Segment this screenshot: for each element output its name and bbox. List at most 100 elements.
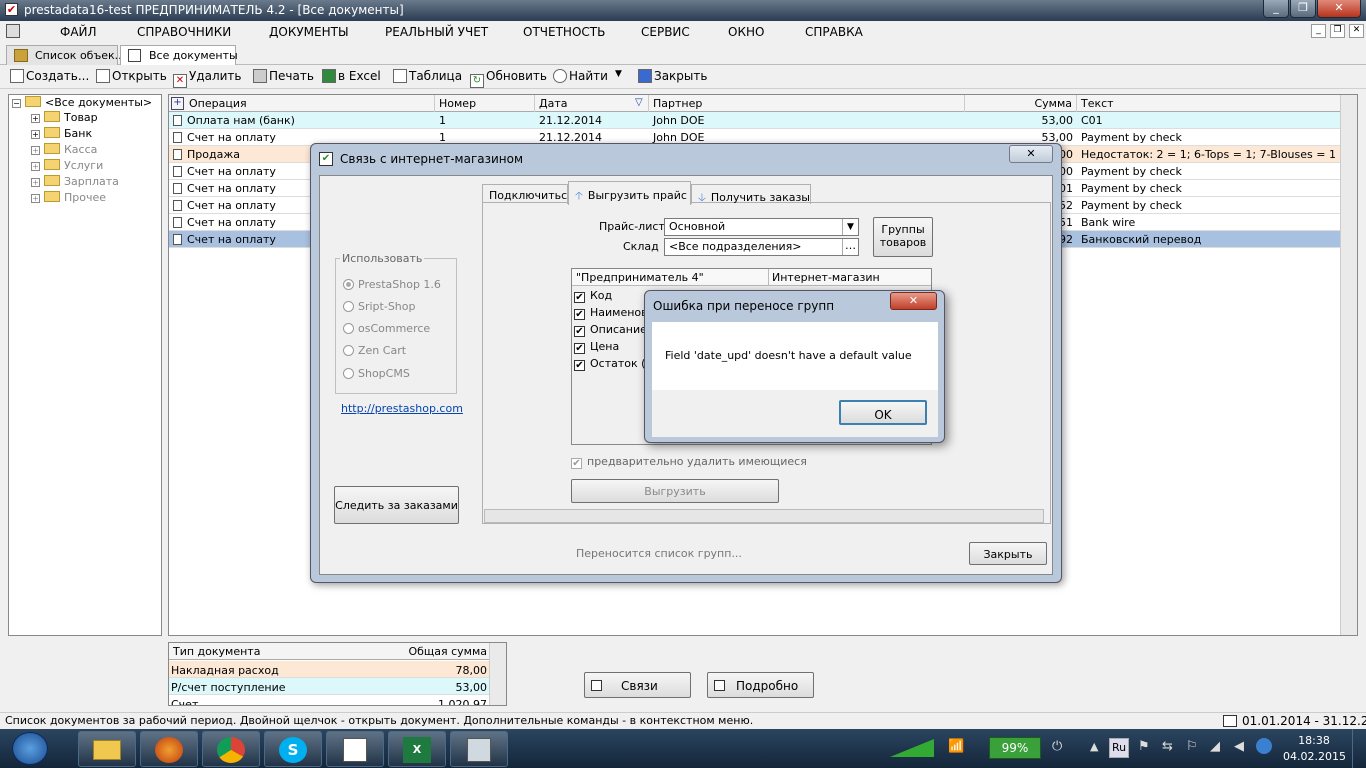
taskbar-skype[interactable]: S: [264, 731, 322, 767]
links-checkbox[interactable]: [591, 680, 602, 691]
predelete-option[interactable]: ✔ предварительно удалить имеющиеся: [571, 455, 807, 469]
print-button[interactable]: Печать: [253, 69, 314, 83]
close-doc-button[interactable]: Закрыть: [638, 69, 707, 83]
checkbox-checked-icon[interactable]: ✔: [571, 458, 582, 469]
shop-dialog-close-button[interactable]: ✕: [1009, 145, 1053, 163]
grid-scrollbar[interactable]: [1340, 95, 1357, 635]
maximize-button[interactable]: ❐: [1290, 0, 1316, 18]
find-dropdown-icon[interactable]: ▼: [615, 69, 622, 79]
mapping-field-code[interactable]: ✔ Код: [574, 289, 612, 303]
col-date[interactable]: Дата: [535, 95, 649, 112]
radio-icon[interactable]: [343, 345, 354, 356]
radio-shopcms[interactable]: ShopCMS: [343, 367, 410, 380]
summary-scrollbar[interactable]: [489, 643, 506, 705]
expand-icon[interactable]: +: [31, 130, 40, 139]
radio-zencart[interactable]: Zen Cart: [343, 344, 406, 357]
product-groups-button[interactable]: Группы товаров: [873, 217, 933, 257]
collapse-icon[interactable]: −: [12, 99, 21, 108]
links-button[interactable]: Связи: [584, 672, 691, 698]
summary-col-total[interactable]: Общая сумма: [408, 645, 487, 658]
checkbox-checked-icon[interactable]: ✔: [574, 326, 585, 337]
signal-strength-icon[interactable]: [890, 739, 934, 757]
expand-icon[interactable]: +: [31, 178, 40, 187]
mdi-restore-button[interactable]: ❐: [1330, 24, 1345, 38]
delete-button[interactable]: ✕ Удалить: [173, 69, 242, 88]
col-text[interactable]: Текст: [1077, 95, 1341, 112]
details-checkbox[interactable]: [714, 680, 725, 691]
wifi-icon[interactable]: ◢: [1210, 739, 1220, 754]
col-number[interactable]: Номер: [435, 95, 535, 112]
clock-time[interactable]: 18:38: [1288, 734, 1340, 747]
menu-window[interactable]: ОКНО: [728, 25, 764, 39]
menu-help[interactable]: СПРАВКА: [805, 25, 863, 39]
summary-row[interactable]: Накладная расход 78,00: [169, 661, 489, 678]
close-button[interactable]: ✕: [1317, 0, 1361, 18]
summary-col-type[interactable]: Тип документа: [173, 645, 260, 658]
mdi-minimize-button[interactable]: _: [1311, 24, 1326, 38]
antenna-icon[interactable]: 📶: [948, 739, 964, 754]
flag-icon[interactable]: ⚐: [1186, 739, 1198, 754]
period-text[interactable]: 01.01.2014 - 31.12.2015: [1242, 714, 1366, 728]
refresh-button[interactable]: ↻ Обновить: [470, 69, 547, 88]
power-plug-icon[interactable]: ⏻: [1052, 739, 1062, 754]
clock-date[interactable]: 04.02.2015: [1283, 750, 1346, 763]
chevron-down-icon[interactable]: ▼: [842, 219, 858, 235]
tab-all-documents[interactable]: Все документы: [120, 45, 238, 65]
radio-icon[interactable]: [343, 323, 354, 334]
open-button[interactable]: Открыть: [96, 69, 167, 83]
taskbar-explorer[interactable]: [78, 731, 136, 767]
radio-icon[interactable]: [343, 301, 354, 312]
pricelist-select[interactable]: Основной ▼: [664, 218, 859, 236]
expand-icon[interactable]: +: [31, 162, 40, 171]
table-button[interactable]: Таблица: [393, 69, 462, 83]
taskbar-chrome[interactable]: [202, 731, 260, 767]
taskbar-app-prestashop[interactable]: [326, 731, 384, 767]
show-desktop-button[interactable]: [1352, 729, 1366, 768]
sort-desc-icon[interactable]: ▽: [635, 97, 643, 108]
summary-row[interactable]: Р/счет поступление 53,00: [169, 678, 489, 695]
tree-item-cash[interactable]: + Касса: [31, 143, 97, 159]
expand-icon[interactable]: +: [31, 114, 40, 123]
language-indicator[interactable]: Ru: [1109, 738, 1129, 758]
warehouse-field[interactable]: <Все подразделения>…: [664, 238, 859, 256]
checkbox-checked-icon[interactable]: ✔: [574, 292, 585, 303]
radio-sript-shop[interactable]: Sript-Shop: [343, 300, 416, 313]
find-button[interactable]: Найти: [553, 69, 608, 83]
ok-button[interactable]: OK: [839, 400, 927, 425]
menu-documents[interactable]: ДОКУМЕНТЫ: [269, 25, 349, 39]
taskbar-excel[interactable]: X: [388, 731, 446, 767]
tree-item-bank[interactable]: + Банк: [31, 127, 92, 143]
app-tray-icon[interactable]: [1256, 738, 1272, 754]
checkbox-checked-icon[interactable]: ✔: [574, 309, 585, 320]
checkbox-checked-icon[interactable]: ✔: [574, 343, 585, 354]
tab-export-price[interactable]: 🡡 Выгрузить прайс: [568, 181, 691, 205]
expand-icon[interactable]: +: [31, 146, 40, 155]
mapping-field-price[interactable]: ✔ Цена: [574, 340, 619, 354]
taskbar-firefox[interactable]: [140, 731, 198, 767]
mapping-field-description[interactable]: ✔ Описание: [574, 323, 647, 337]
expand-icon[interactable]: +: [31, 194, 40, 203]
checkbox-checked-icon[interactable]: ✔: [574, 360, 585, 371]
tree-item-salary[interactable]: + Зарплата: [31, 175, 119, 191]
export-button[interactable]: Выгрузить: [571, 479, 779, 503]
bluetooth-icon[interactable]: ⚑: [1138, 739, 1150, 754]
tree-item-services[interactable]: + Услуги: [31, 159, 103, 175]
ellipsis-button[interactable]: …: [842, 239, 858, 255]
excel-button[interactable]: в Excel: [322, 69, 381, 83]
calendar-icon[interactable]: [1223, 715, 1237, 727]
tree-item-goods[interactable]: + Товар: [31, 111, 98, 127]
radio-icon[interactable]: [343, 368, 354, 379]
mapping-field-stock[interactable]: ✔ Остаток (с: [574, 357, 651, 371]
menu-file[interactable]: ФАЙЛ: [60, 25, 97, 39]
col-sum[interactable]: Сумма: [965, 95, 1077, 112]
col-partner[interactable]: Партнер: [649, 95, 965, 112]
tree-item-other[interactable]: + Прочее: [31, 191, 106, 207]
prestashop-link[interactable]: http://prestashop.com: [341, 402, 463, 415]
menu-real-accounting[interactable]: РЕАЛЬНЫЙ УЧЕТ: [385, 25, 488, 39]
minimize-button[interactable]: _: [1263, 0, 1289, 18]
shop-close-button[interactable]: Закрыть: [969, 542, 1047, 565]
menu-references[interactable]: СПРАВОЧНИКИ: [137, 25, 231, 39]
details-button[interactable]: Подробно: [707, 672, 814, 698]
taskbar-calculator[interactable]: [450, 731, 508, 767]
tree-root[interactable]: − <Все документы>: [12, 96, 152, 112]
